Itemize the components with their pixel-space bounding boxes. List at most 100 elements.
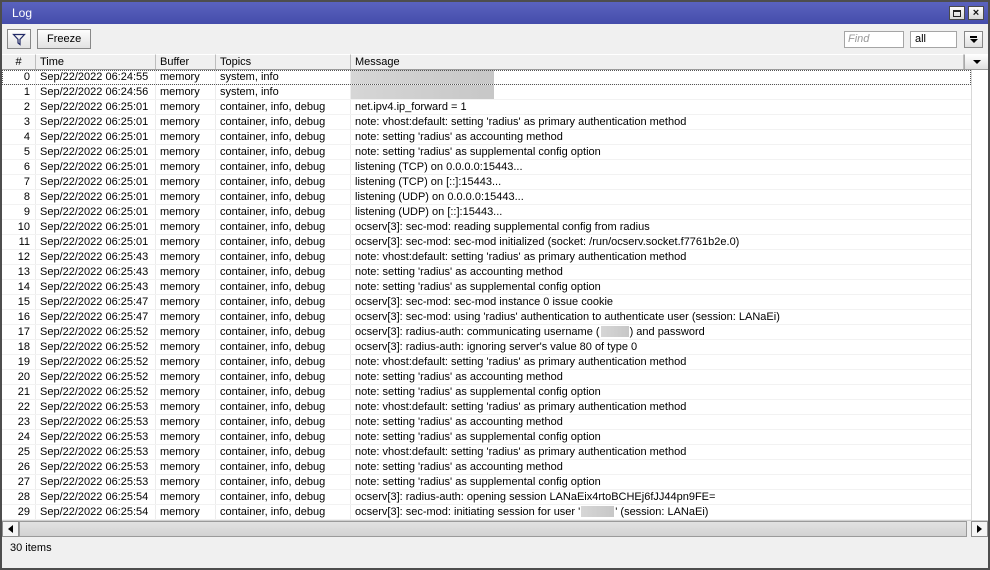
cell-time: Sep/22/2022 06:25:53 (36, 460, 156, 474)
cell-message: ocserv[3]: sec-mod: reading supplemental… (351, 220, 971, 234)
message-text: listening (UDP) on [::]:15443... (355, 206, 503, 218)
right-arrow-icon (977, 525, 982, 533)
cell-message: note: setting 'radius' as accounting met… (351, 130, 971, 144)
log-row[interactable]: 5 Sep/22/2022 06:25:01 memory container,… (2, 145, 971, 160)
cell-topics: container, info, debug (216, 310, 351, 324)
cell-message: net.ipv4.ip_forward = 1 (351, 100, 971, 114)
cell-time: Sep/22/2022 06:24:55 (36, 70, 156, 84)
cell-buffer: memory (156, 340, 216, 354)
log-row[interactable]: 26 Sep/22/2022 06:25:53 memory container… (2, 460, 971, 475)
log-row[interactable]: 1 Sep/22/2022 06:24:56 memory system, in… (2, 85, 971, 100)
cell-topics: container, info, debug (216, 355, 351, 369)
log-row[interactable]: 3 Sep/22/2022 06:25:01 memory container,… (2, 115, 971, 130)
log-row[interactable]: 12 Sep/22/2022 06:25:43 memory container… (2, 250, 971, 265)
cell-time: Sep/22/2022 06:25:52 (36, 355, 156, 369)
header-cell-buffer[interactable]: Buffer (156, 54, 216, 69)
log-row[interactable]: 20 Sep/22/2022 06:25:52 memory container… (2, 370, 971, 385)
log-row[interactable]: 10 Sep/22/2022 06:25:01 memory container… (2, 220, 971, 235)
log-row[interactable]: 24 Sep/22/2022 06:25:53 memory container… (2, 430, 971, 445)
cell-number: 7 (2, 175, 36, 189)
header-cell-number[interactable]: # (2, 54, 36, 69)
hscroll-thumb[interactable] (19, 521, 967, 537)
scope-select[interactable]: all (910, 30, 957, 48)
cell-time: Sep/22/2022 06:25:54 (36, 505, 156, 519)
log-row[interactable]: 27 Sep/22/2022 06:25:53 memory container… (2, 475, 971, 490)
table-header: # Time Buffer Topics Message (2, 54, 988, 70)
cell-topics: container, info, debug (216, 160, 351, 174)
cell-number: 18 (2, 340, 36, 354)
header-cell-message[interactable]: Message (351, 54, 964, 69)
cell-message (351, 70, 971, 84)
cell-topics: container, info, debug (216, 205, 351, 219)
log-row[interactable]: 21 Sep/22/2022 06:25:52 memory container… (2, 385, 971, 400)
cell-topics: container, info, debug (216, 430, 351, 444)
titlebar[interactable]: Log × (2, 2, 988, 24)
cell-buffer: memory (156, 85, 216, 99)
log-row[interactable]: 8 Sep/22/2022 06:25:01 memory container,… (2, 190, 971, 205)
cell-message: note: setting 'radius' as supplemental c… (351, 280, 971, 294)
cell-message: note: setting 'radius' as supplemental c… (351, 145, 971, 159)
cell-topics: container, info, debug (216, 130, 351, 144)
cell-time: Sep/22/2022 06:25:53 (36, 430, 156, 444)
log-row[interactable]: 19 Sep/22/2022 06:25:52 memory container… (2, 355, 971, 370)
cell-topics: container, info, debug (216, 415, 351, 429)
columns-dropdown-button[interactable] (964, 54, 988, 69)
log-row[interactable]: 18 Sep/22/2022 06:25:52 memory container… (2, 340, 971, 355)
cell-buffer: memory (156, 505, 216, 519)
log-row[interactable]: 25 Sep/22/2022 06:25:53 memory container… (2, 445, 971, 460)
cell-message: ocserv[3]: radius-auth: communicating us… (351, 325, 971, 339)
cell-time: Sep/22/2022 06:25:01 (36, 115, 156, 129)
message-text: note: setting 'radius' as accounting met… (355, 461, 563, 473)
chevron-down-icon (972, 60, 981, 64)
cell-number: 25 (2, 445, 36, 459)
cell-topics: container, info, debug (216, 280, 351, 294)
log-row[interactable]: 2 Sep/22/2022 06:25:01 memory container,… (2, 100, 971, 115)
cell-number: 4 (2, 130, 36, 144)
cell-topics: container, info, debug (216, 385, 351, 399)
log-row[interactable]: 11 Sep/22/2022 06:25:01 memory container… (2, 235, 971, 250)
cell-topics: system, info (216, 85, 351, 99)
cell-time: Sep/22/2022 06:25:53 (36, 400, 156, 414)
scroll-left-button[interactable] (2, 521, 19, 537)
window-title: Log (12, 6, 33, 20)
scope-dropdown-button[interactable] (964, 30, 983, 48)
cell-time: Sep/22/2022 06:25:53 (36, 415, 156, 429)
cell-topics: container, info, debug (216, 295, 351, 309)
log-row[interactable]: 23 Sep/22/2022 06:25:53 memory container… (2, 415, 971, 430)
log-row[interactable]: 0 Sep/22/2022 06:24:55 memory system, in… (2, 70, 971, 85)
vertical-scrollbar[interactable] (971, 70, 988, 520)
header-cell-topics[interactable]: Topics (216, 54, 351, 69)
log-row[interactable]: 22 Sep/22/2022 06:25:53 memory container… (2, 400, 971, 415)
cell-topics: container, info, debug (216, 235, 351, 249)
log-row[interactable]: 7 Sep/22/2022 06:25:01 memory container,… (2, 175, 971, 190)
log-row[interactable]: 16 Sep/22/2022 06:25:47 memory container… (2, 310, 971, 325)
cell-buffer: memory (156, 385, 216, 399)
log-row[interactable]: 9 Sep/22/2022 06:25:01 memory container,… (2, 205, 971, 220)
find-input[interactable] (844, 30, 904, 48)
statusbar: 30 items (2, 537, 988, 568)
cell-topics: container, info, debug (216, 115, 351, 129)
message-text: note: setting 'radius' as supplemental c… (355, 431, 601, 443)
log-row[interactable]: 6 Sep/22/2022 06:25:01 memory container,… (2, 160, 971, 175)
maximize-button[interactable] (949, 6, 965, 20)
scroll-right-button[interactable] (971, 521, 988, 537)
log-row[interactable]: 4 Sep/22/2022 06:25:01 memory container,… (2, 130, 971, 145)
cell-time: Sep/22/2022 06:25:01 (36, 190, 156, 204)
filter-button[interactable] (7, 29, 31, 49)
log-row[interactable]: 13 Sep/22/2022 06:25:43 memory container… (2, 265, 971, 280)
cell-buffer: memory (156, 70, 216, 84)
header-cell-time[interactable]: Time (36, 54, 156, 69)
cell-message: note: setting 'radius' as supplemental c… (351, 475, 971, 489)
cell-buffer: memory (156, 490, 216, 504)
cell-buffer: memory (156, 220, 216, 234)
cell-buffer: memory (156, 100, 216, 114)
log-row[interactable]: 28 Sep/22/2022 06:25:54 memory container… (2, 490, 971, 505)
close-button[interactable]: × (968, 6, 984, 20)
log-row[interactable]: 29 Sep/22/2022 06:25:54 memory container… (2, 505, 971, 520)
freeze-button[interactable]: Freeze (37, 29, 92, 49)
log-row[interactable]: 14 Sep/22/2022 06:25:43 memory container… (2, 280, 971, 295)
cell-time: Sep/22/2022 06:25:47 (36, 295, 156, 309)
log-row[interactable]: 17 Sep/22/2022 06:25:52 memory container… (2, 325, 971, 340)
log-row[interactable]: 15 Sep/22/2022 06:25:47 memory container… (2, 295, 971, 310)
cell-buffer: memory (156, 460, 216, 474)
